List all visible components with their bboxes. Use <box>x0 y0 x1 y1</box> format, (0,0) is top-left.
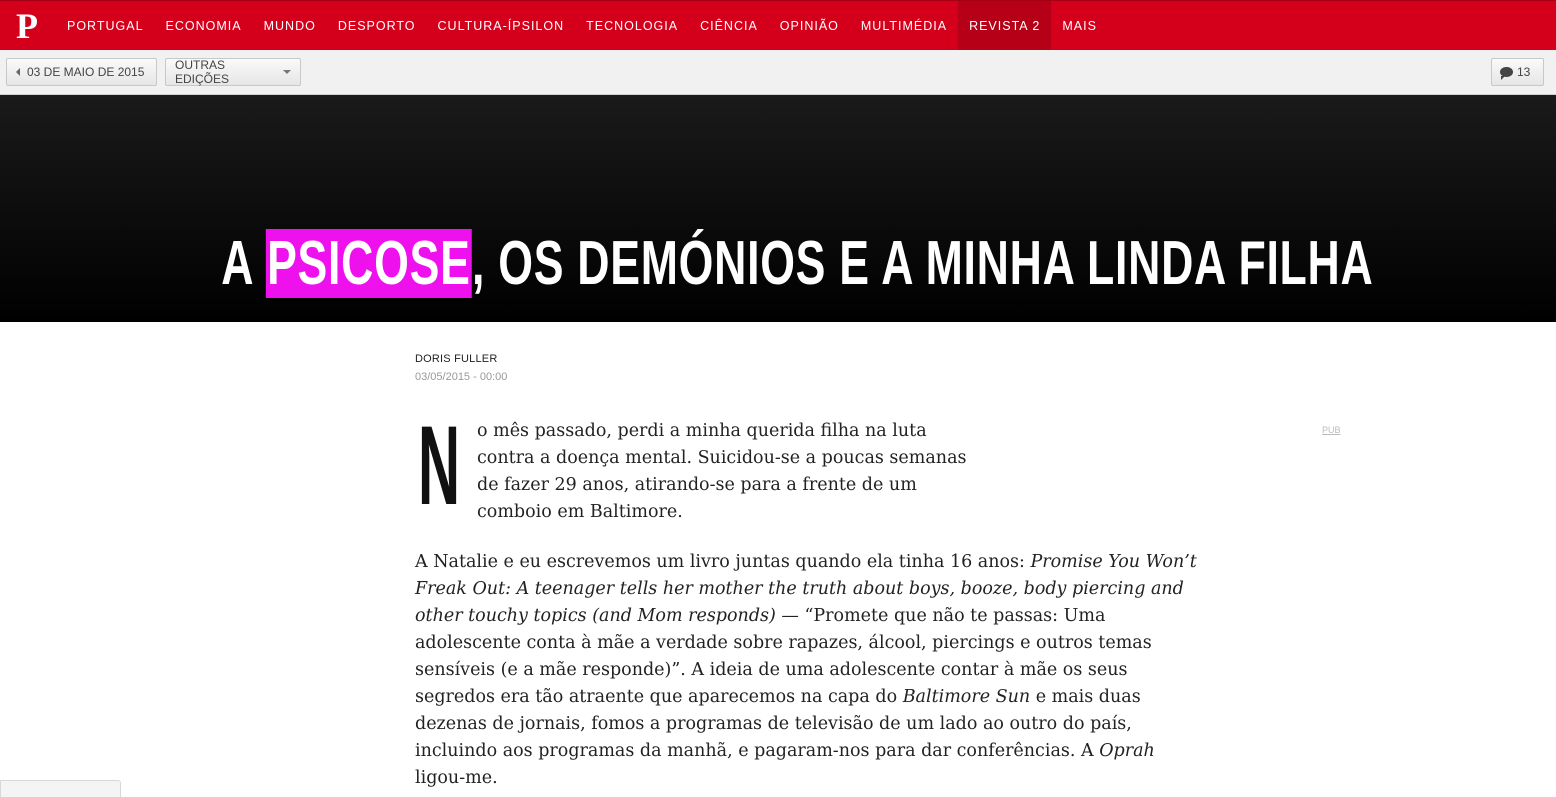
previous-edition-button[interactable]: 03 DE MAIO DE 2015 <box>6 58 157 86</box>
paragraph-line: adolescente conta à mãe a verdade sobre … <box>415 633 1152 653</box>
other-editions-dropdown[interactable]: OUTRAS EDIÇÕES <box>165 58 301 86</box>
text-run: — “Promete que não te passas: Uma <box>775 606 1106 626</box>
book-title-text: other touchy topics (and Mom responds) <box>415 606 776 626</box>
nav-item-cultura-ipsilon[interactable]: CULTURA-ÍPSILON <box>427 1 576 50</box>
paragraph-line: ligou-me. <box>415 768 498 788</box>
paragraph-line: A Natalie e eu escrevemos um livro junta… <box>415 549 1230 576</box>
paragraph-line: de fazer 29 anos, atirando-se para a fre… <box>477 475 917 495</box>
article-author[interactable]: DORIS FULLER <box>415 353 497 365</box>
chevron-down-icon <box>283 70 291 74</box>
comment-icon <box>1500 67 1513 80</box>
nav-item-ciencia[interactable]: CIÊNCIA <box>689 1 769 50</box>
article-title: A PSICOSE, OS DEMÓNIOS E A MINHA LINDA F… <box>221 222 1373 306</box>
article-datetime: 03/05/2015 - 00:00 <box>415 371 508 383</box>
paragraph-line: o mês passado, perdi a minha querida fil… <box>477 421 927 441</box>
paragraph-line: segredos era tão atraente que aparecemos… <box>415 684 1230 711</box>
publico-logo[interactable]: P <box>4 1 50 51</box>
section-menu: PORTUGAL ECONOMIA MUNDO DESPORTO CULTURA… <box>56 1 1108 50</box>
text-run: A Natalie e eu escrevemos um livro junta… <box>415 552 1031 572</box>
text-run: incluindo aos programas da manhã, e paga… <box>415 741 1100 761</box>
ad-label: PUB <box>1322 425 1341 435</box>
article-paragraph-2: A Natalie e eu escrevemos um livro junta… <box>415 549 1230 792</box>
nav-item-desporto[interactable]: DESPORTO <box>327 1 427 50</box>
edition-toolbar: 03 DE MAIO DE 2015 OUTRAS EDIÇÕES 13 <box>0 50 1556 95</box>
paragraph-line: contra a doença mental. Suicidou-se a po… <box>477 448 967 468</box>
nav-item-portugal[interactable]: PORTUGAL <box>56 1 155 50</box>
edition-date-label: 03 DE MAIO DE 2015 <box>27 65 145 79</box>
top-navigation-bar: P PORTUGAL ECONOMIA MUNDO DESPORTO CULTU… <box>0 0 1556 50</box>
other-editions-label: OUTRAS EDIÇÕES <box>175 58 230 86</box>
nav-item-opiniao[interactable]: OPINIÃO <box>769 1 850 50</box>
paragraph-line: other touchy topics (and Mom responds) —… <box>415 603 1230 630</box>
nav-item-economia[interactable]: ECONOMIA <box>155 1 253 50</box>
oprah-name-text: Oprah <box>1099 741 1155 761</box>
book-title-text: Promise You Won’t <box>1030 552 1197 572</box>
paragraph-line: sensíveis (e a mãe responde)”. A ideia d… <box>415 660 1128 680</box>
article-paragraph-1: o mês passado, perdi a minha querida fil… <box>477 418 997 526</box>
text-run: e mais duas <box>1030 687 1141 707</box>
title-part-before: A <box>221 229 266 298</box>
title-part-after: , OS DEMÓNIOS E A MINHA LINDA FILHA <box>472 229 1374 298</box>
article-hero: A PSICOSE, OS DEMÓNIOS E A MINHA LINDA F… <box>0 95 1556 322</box>
comments-button[interactable]: 13 <box>1491 58 1544 86</box>
title-highlight: PSICOSE <box>265 229 473 298</box>
book-title-text: Freak Out: A teenager tells her mother t… <box>415 579 1184 599</box>
bottom-left-tab[interactable] <box>0 780 121 797</box>
paragraph-line: dezenas de jornais, fomos a programas de… <box>415 714 1132 734</box>
text-run: segredos era tão atraente que aparecemos… <box>415 687 903 707</box>
nav-item-mundo[interactable]: MUNDO <box>253 1 327 50</box>
nav-item-tecnologia[interactable]: TECNOLOGIA <box>575 1 689 50</box>
caret-left-icon <box>16 68 20 76</box>
paragraph-line: Freak Out: A teenager tells her mother t… <box>415 576 1230 603</box>
newspaper-name-text: Baltimore Sun <box>902 687 1031 707</box>
drop-cap: N <box>418 403 461 528</box>
paragraph-line: incluindo aos programas da manhã, e paga… <box>415 738 1230 765</box>
nav-item-mais[interactable]: MAIS <box>1051 1 1108 50</box>
comments-count: 13 <box>1517 65 1531 79</box>
nav-item-multimedia[interactable]: MULTIMÉDIA <box>850 1 958 50</box>
paragraph-line: comboio em Baltimore. <box>477 502 683 522</box>
nav-item-revista-2[interactable]: REVISTA 2 <box>958 1 1052 50</box>
